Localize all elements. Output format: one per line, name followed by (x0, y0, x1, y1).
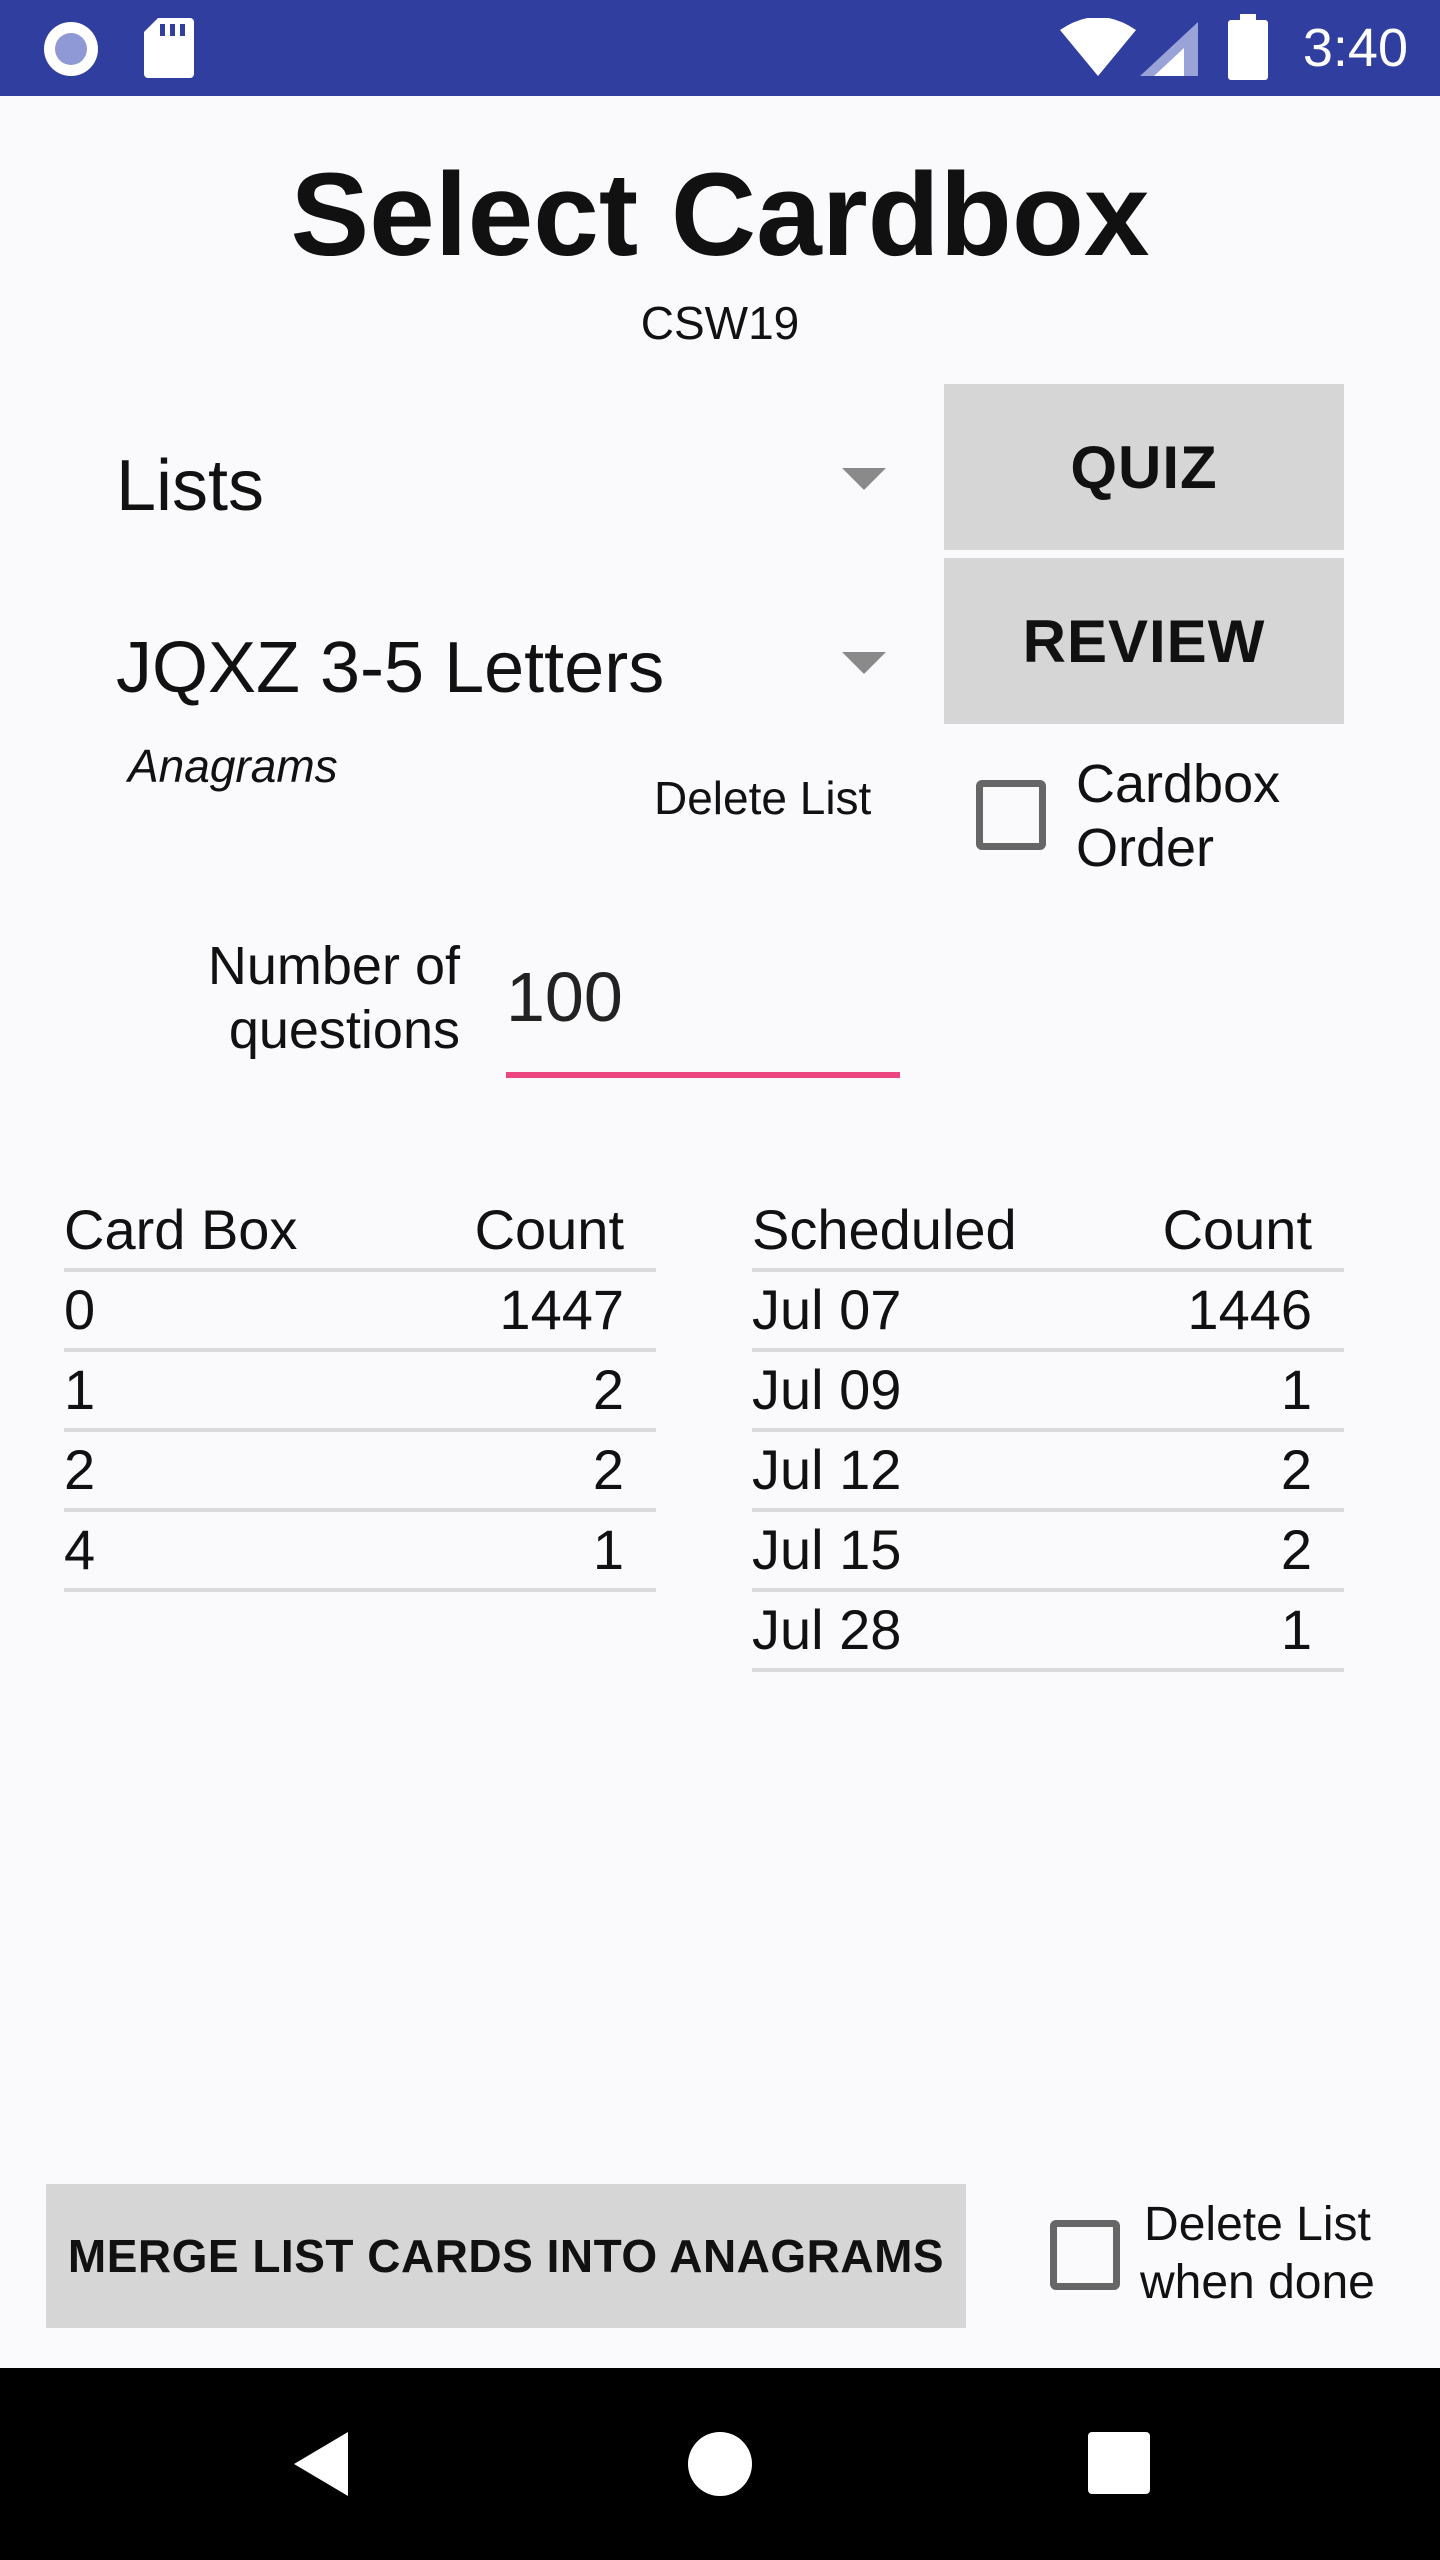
count-cell: 1 (592, 1518, 624, 1581)
status-time: 3:40 (1302, 18, 1408, 78)
review-button[interactable]: REVIEW (944, 558, 1344, 724)
date-cell: Jul 09 (752, 1358, 902, 1421)
cardbox-cell: 4 (64, 1518, 96, 1581)
num-questions-label: Number of questions (150, 934, 460, 1062)
recents-icon[interactable] (1088, 2432, 1150, 2494)
table-row[interactable]: 2 2 (64, 1432, 656, 1512)
num-questions-input[interactable]: 100 (506, 952, 900, 1052)
record-icon (44, 22, 98, 76)
table-header: Card Box Count (64, 1192, 656, 1272)
list-name-value: JQXZ 3-5 Letters (116, 628, 665, 708)
table-header: Scheduled Count (752, 1192, 1344, 1272)
list-name-spinner[interactable]: JQXZ 3-5 Letters (96, 612, 896, 732)
cardbox-order-checkbox[interactable] (976, 780, 1046, 850)
count-cell: 2 (1280, 1518, 1312, 1581)
list-mode-label: Anagrams (128, 740, 338, 792)
merge-list-cards-button[interactable]: MERGE LIST CARDS INTO ANAGRAMS (46, 2184, 966, 2328)
wifi-icon (1060, 18, 1136, 76)
date-cell: Jul 28 (752, 1598, 902, 1661)
cardbox-order-line2: Order (1076, 818, 1215, 878)
date-cell: Jul 15 (752, 1518, 902, 1581)
num-questions-line1: Number of (207, 936, 460, 996)
table-row[interactable]: Jul 07 1446 (752, 1272, 1344, 1352)
count-cell: 1 (1280, 1598, 1312, 1661)
page-title: Select Cardbox (290, 149, 1150, 281)
date-cell: Jul 07 (752, 1278, 902, 1341)
column-header-scheduled: Scheduled (752, 1198, 1017, 1261)
column-header-cardbox: Card Box (64, 1198, 298, 1261)
num-questions-underline (506, 1072, 900, 1078)
cardbox-cell: 2 (64, 1438, 96, 1501)
back-icon[interactable] (290, 2430, 350, 2498)
cardbox-order-label: Cardbox Order (1076, 752, 1280, 880)
scheduled-table: Scheduled Count Jul 07 1446 Jul 09 1 Jul… (752, 1192, 1344, 1672)
date-cell: Jul 12 (752, 1438, 902, 1501)
chevron-down-icon (842, 468, 886, 490)
status-bar: 3:40 (0, 0, 1440, 96)
table-row[interactable]: Jul 28 1 (752, 1592, 1344, 1672)
sd-card-icon (144, 18, 194, 78)
delete-when-done-label: Delete List when done (1140, 2196, 1375, 2312)
lexicon-subtitle: CSW19 (640, 297, 800, 349)
count-cell: 1447 (499, 1278, 624, 1341)
table-row[interactable]: Jul 12 2 (752, 1432, 1344, 1512)
quiz-button[interactable]: QUIZ (944, 384, 1344, 550)
battery-icon (1228, 14, 1268, 80)
list-type-spinner[interactable]: Lists (96, 430, 896, 550)
table-row[interactable]: Jul 09 1 (752, 1352, 1344, 1432)
table-row[interactable]: Jul 15 2 (752, 1512, 1344, 1592)
table-row[interactable]: 0 1447 (64, 1272, 656, 1352)
cardbox-table: Card Box Count 0 1447 1 2 2 2 4 1 (64, 1192, 656, 1592)
count-cell: 2 (1280, 1438, 1312, 1501)
num-questions-line2: questions (228, 1000, 460, 1060)
column-header-count: Count (474, 1198, 624, 1261)
delete-list-button[interactable]: Delete List (654, 770, 871, 826)
delete-when-done-line1: Delete List (1144, 2198, 1371, 2251)
home-icon[interactable] (686, 2430, 754, 2498)
navigation-bar (0, 2368, 1440, 2560)
table-row[interactable]: 4 1 (64, 1512, 656, 1592)
cardbox-order-line1: Cardbox (1076, 754, 1281, 814)
cardbox-cell: 0 (64, 1278, 96, 1341)
list-type-value: Lists (116, 446, 265, 526)
signal-icon (1140, 22, 1198, 76)
table-row[interactable]: 1 2 (64, 1352, 656, 1432)
count-cell: 1 (1280, 1358, 1312, 1421)
delete-when-done-line2: when done (1140, 2256, 1375, 2309)
count-cell: 1446 (1187, 1278, 1312, 1341)
chevron-down-icon (842, 652, 886, 674)
delete-when-done-checkbox[interactable] (1050, 2220, 1120, 2290)
column-header-count: Count (1162, 1198, 1312, 1261)
count-cell: 2 (592, 1358, 624, 1421)
cardbox-cell: 1 (64, 1358, 96, 1421)
count-cell: 2 (592, 1438, 624, 1501)
